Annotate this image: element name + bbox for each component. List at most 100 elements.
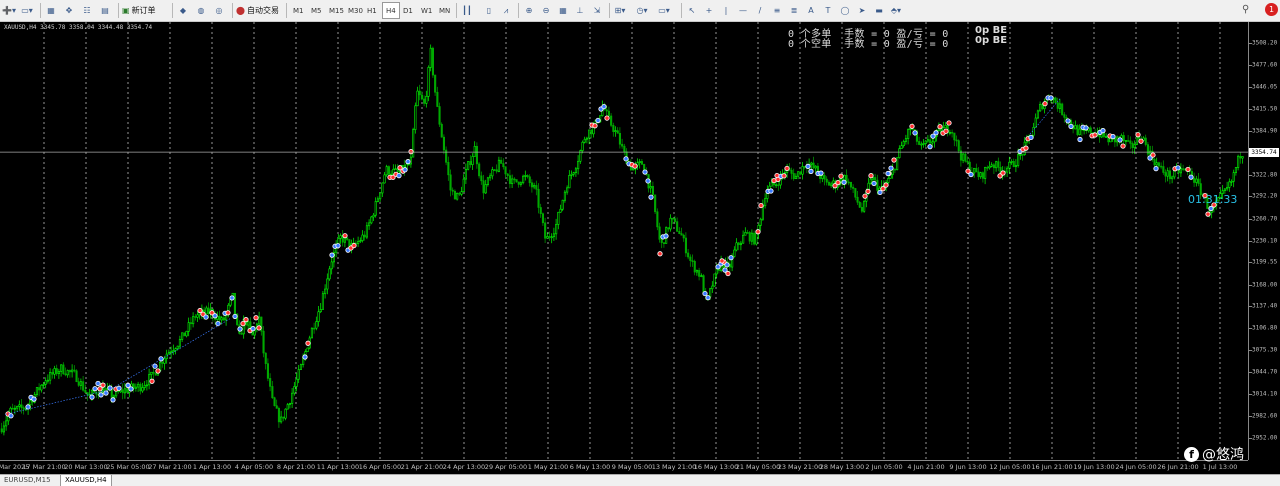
candle-body — [196, 314, 199, 318]
candle — [185, 330, 188, 338]
buy-trade-marker — [329, 252, 335, 258]
candle — [662, 242, 666, 248]
crosshair-button[interactable]: + — [702, 2, 716, 19]
chart-shift-button[interactable]: ⊥ — [573, 2, 587, 19]
time-axis-label: 11 Apr 13:00 — [316, 463, 360, 471]
timeframe-mn-button[interactable]: MN — [436, 2, 453, 19]
candle-body — [68, 370, 71, 373]
metaeditor-button[interactable]: ◆ — [176, 2, 190, 19]
candle — [539, 203, 542, 218]
timeframe-h4-button[interactable]: H4 — [382, 2, 400, 19]
timeframe-m5-button[interactable]: M5 — [308, 2, 325, 19]
sell-trade-marker — [592, 123, 598, 129]
navigator-button[interactable]: ✥ — [62, 2, 76, 19]
candle-body — [990, 164, 993, 167]
tile-windows-button[interactable]: ▦ — [556, 2, 570, 19]
text-button[interactable]: A — [804, 2, 818, 19]
price-axis[interactable]: 3508.203477.603446.053415.503384.903353.… — [1248, 22, 1280, 460]
candlestick-button[interactable]: ▯ — [482, 2, 496, 19]
candle — [152, 367, 155, 379]
price-axis-label: 3137.40 — [1252, 302, 1278, 310]
time-axis-label: 8 Apr 21:00 — [276, 463, 316, 471]
timeframe-m15-button[interactable]: M15 — [326, 2, 347, 19]
periods-button[interactable]: ◷▾ — [635, 2, 649, 19]
equidistant-channel-button[interactable]: ≡ — [770, 2, 784, 19]
candle — [1021, 153, 1024, 161]
buy-trade-marker — [818, 170, 824, 176]
buy-trade-marker — [1065, 118, 1071, 124]
terminal-button[interactable]: ▤ — [98, 2, 112, 19]
timeframe-w1-button[interactable]: W1 — [418, 2, 435, 19]
line-chart-button[interactable]: ⩘ — [499, 2, 513, 19]
candle — [458, 191, 461, 197]
sell-trade-marker — [225, 310, 231, 316]
candle-body — [759, 218, 762, 226]
candle-body — [1155, 162, 1158, 166]
auto-trading-button[interactable]: ⬤ 自动交易 — [236, 2, 279, 19]
timeframe-m1-button[interactable]: M1 — [290, 2, 307, 19]
candle — [504, 166, 507, 179]
candle — [711, 281, 714, 293]
cursor-button[interactable]: ↖ — [685, 2, 699, 19]
candle-body — [955, 139, 958, 142]
time-axis-label: 2 Jun 05:00 — [865, 463, 903, 471]
timeframe-d1-button[interactable]: D1 — [400, 2, 416, 19]
candle — [794, 173, 798, 180]
candle — [394, 164, 397, 170]
candle-body — [183, 332, 186, 337]
candle-body — [123, 388, 126, 394]
zoom-out-button[interactable]: ⊖ — [539, 2, 553, 19]
bar-chart-button[interactable]: ┃┃ — [460, 2, 474, 19]
arrow-button[interactable]: ➤ — [855, 2, 869, 19]
candle-body — [761, 205, 765, 220]
candle — [530, 179, 534, 193]
history-center-icon: ◍ — [197, 6, 205, 15]
candle — [1012, 158, 1015, 168]
ellipse-button[interactable]: ◯ — [838, 2, 852, 19]
candle — [792, 168, 795, 181]
horizontal-line-button[interactable]: — — [736, 2, 750, 19]
shapes-button[interactable]: ⬘▾ — [889, 2, 903, 19]
candle — [561, 199, 564, 212]
new-order-button[interactable]: ▣ 新订单 — [122, 2, 156, 19]
chart-tab[interactable]: XAUUSD,H4 — [60, 475, 112, 486]
history-center-button[interactable]: ◍ — [194, 2, 208, 19]
candle — [361, 230, 364, 243]
timeframe-m30-button[interactable]: M30 — [345, 2, 366, 19]
indicators-button[interactable]: ⊞▾ — [613, 2, 627, 19]
search-icon[interactable]: ⚲ — [1242, 4, 1249, 15]
candle — [975, 163, 978, 173]
fibonacci-button[interactable]: ≣ — [787, 2, 801, 19]
auto-scroll-button[interactable]: ⇲ — [590, 2, 604, 19]
new-chart-button[interactable]: ➕▾ — [2, 2, 16, 19]
market-watch-button[interactable]: ▦ — [44, 2, 58, 19]
price-chart[interactable] — [0, 22, 1248, 460]
strategy-tester-button[interactable]: ◎ — [212, 2, 226, 19]
candle-body — [515, 179, 518, 183]
candle-body — [931, 141, 934, 144]
sell-trade-marker — [883, 182, 889, 188]
buy-trade-marker — [92, 386, 98, 392]
sell-trade-marker — [305, 340, 311, 346]
candle-body — [893, 168, 897, 171]
timeframe-h1-button[interactable]: H1 — [364, 2, 380, 19]
profiles-button[interactable]: ▭▾ — [20, 2, 34, 19]
time-axis[interactable]: Mar 2025 17 Mar 21:00 20 Mar 13:00 25 Mar 0… — [0, 460, 1248, 474]
candle — [1008, 156, 1011, 174]
price-axis-label: 2982.60 — [1252, 412, 1278, 420]
chart-tab[interactable]: EURUSD,M15 — [0, 475, 55, 486]
trendline-button[interactable]: / — [753, 2, 767, 19]
text-label-button[interactable]: T — [821, 2, 835, 19]
candle-body — [962, 153, 965, 161]
templates-button[interactable]: ▭▾ — [657, 2, 671, 19]
candle — [544, 217, 547, 244]
price-axis-label: 2952.00 — [1252, 434, 1278, 442]
data-window-button[interactable]: ☷ — [80, 2, 94, 19]
candle-body — [792, 173, 795, 180]
notification-badge[interactable]: 1 — [1265, 3, 1278, 16]
vertical-line-button[interactable]: | — [719, 2, 733, 19]
candle — [957, 139, 960, 154]
zoom-in-button[interactable]: ⊕ — [522, 2, 536, 19]
rectangle-button[interactable]: ▬ — [872, 2, 886, 19]
time-axis-label: 24 Jun 05:00 — [1115, 463, 1157, 471]
